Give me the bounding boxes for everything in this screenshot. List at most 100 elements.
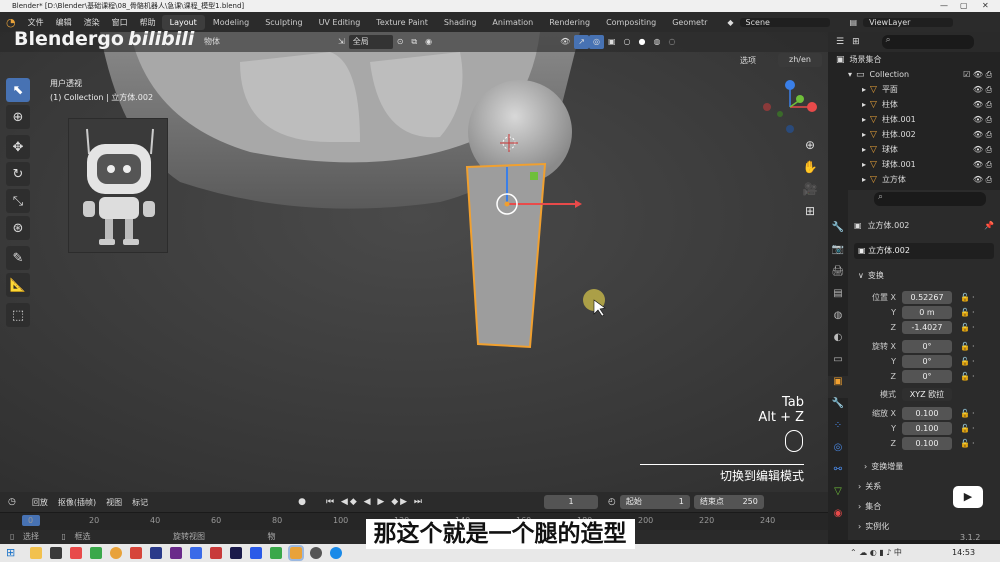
- list-item[interactable]: ▸ ▽ 球体.001 👁 ⎙: [828, 157, 1000, 172]
- select-tool-icon[interactable]: ⬉: [6, 78, 30, 102]
- minimize-button[interactable]: —: [940, 0, 948, 12]
- markers-menu[interactable]: 标记: [132, 497, 148, 508]
- list-item[interactable]: ▸ ▽ 柱体.002 👁 ⎙: [828, 127, 1000, 142]
- blender-logo-icon[interactable]: ◔: [0, 16, 22, 29]
- keying-menu[interactable]: 抠像(插帧): [58, 497, 96, 508]
- tab-geometry[interactable]: Geometr: [664, 15, 715, 30]
- collection-tab-icon[interactable]: ▭: [828, 354, 848, 376]
- grid-view-icon[interactable]: ⊞: [800, 204, 820, 226]
- move-tool-icon[interactable]: ✥: [6, 135, 30, 159]
- proportional-icon[interactable]: ◉: [421, 35, 436, 49]
- playback-menu[interactable]: 回放: [32, 497, 48, 508]
- world-tab-icon[interactable]: ◐: [828, 332, 848, 354]
- rendered-shading-icon[interactable]: ◌: [664, 35, 679, 49]
- tray-icons[interactable]: ⌃ ☁ ◐ ▮ ♪ 中: [850, 547, 902, 558]
- transform-tool-icon[interactable]: ⊛: [6, 216, 30, 240]
- keyframe-dot-icon[interactable]: ·: [972, 357, 975, 366]
- add-cube-tool-icon[interactable]: ⬚: [6, 303, 30, 327]
- keyframe-dot-icon[interactable]: ·: [972, 409, 975, 418]
- taskbar-clock[interactable]: 14:53: [952, 548, 975, 557]
- outliner-scene-collection[interactable]: ▣ 场景集合: [828, 52, 1000, 67]
- object-tab-icon[interactable]: ▣: [828, 376, 848, 398]
- app-icon[interactable]: [50, 547, 62, 559]
- lang-toggle-button[interactable]: zh/en: [778, 53, 822, 67]
- nav-gizmo-y[interactable]: [796, 95, 804, 103]
- menu-render[interactable]: 渲染: [78, 17, 106, 28]
- menu-help[interactable]: 帮助: [134, 17, 162, 28]
- tab-rendering[interactable]: Rendering: [541, 15, 598, 30]
- pan-hand-icon[interactable]: ✋: [800, 160, 820, 182]
- overlay-toggle-icon[interactable]: ◎: [588, 35, 604, 49]
- properties-search-icon[interactable]: ⌕: [874, 192, 986, 206]
- tab-sculpting[interactable]: Sculpting: [257, 15, 310, 30]
- lock-icon[interactable]: 🔓: [960, 357, 970, 366]
- lock-icon[interactable]: 🔓: [960, 409, 970, 418]
- chrome-icon[interactable]: [110, 547, 122, 559]
- app-icon[interactable]: [70, 547, 82, 559]
- app-icon[interactable]: [170, 547, 182, 559]
- filter-icon[interactable]: ⊞: [852, 37, 860, 47]
- menu-window[interactable]: 窗口: [106, 17, 134, 28]
- visibility-eye-icon[interactable]: 👁 ⎙: [973, 100, 992, 110]
- lock-icon[interactable]: 🔓: [960, 342, 970, 351]
- tab-texture-paint[interactable]: Texture Paint: [368, 15, 436, 30]
- pin-icon[interactable]: 📌: [984, 221, 994, 230]
- location-x-field[interactable]: 0.52267: [902, 291, 952, 304]
- lock-icon[interactable]: 🔓: [960, 439, 970, 448]
- visibility-eye-icon[interactable]: 👁 ⎙: [973, 130, 992, 140]
- modifier-tab-icon[interactable]: 🔧: [828, 398, 848, 420]
- current-frame-field[interactable]: 1: [544, 495, 599, 509]
- visibility-eye-icon[interactable]: 👁 ⎙: [973, 160, 992, 170]
- nav-gizmo-x[interactable]: [807, 102, 817, 112]
- particles-tab-icon[interactable]: ⁘: [828, 420, 848, 442]
- visibility-icon[interactable]: 👁: [556, 35, 574, 49]
- options-menu[interactable]: 选项: [740, 55, 756, 66]
- rotation-z-field[interactable]: 0°: [902, 370, 952, 383]
- location-y-field[interactable]: 0 m: [902, 306, 952, 319]
- keyframe-dot-icon[interactable]: ·: [972, 293, 975, 302]
- view-layer-selector[interactable]: ViewLayer: [863, 17, 954, 27]
- keyframe-dot-icon[interactable]: ·: [972, 342, 975, 351]
- rotate-tool-icon[interactable]: ↻: [6, 162, 30, 186]
- explorer-icon[interactable]: [30, 547, 42, 559]
- rotation-mode-dropdown[interactable]: XYZ 欧拉: [902, 388, 952, 401]
- keyframe-dot-icon[interactable]: ·: [972, 308, 975, 317]
- app-icon[interactable]: [230, 547, 242, 559]
- visibility-eye-icon[interactable]: 👁 ⎙: [973, 85, 992, 95]
- lock-icon[interactable]: 🔓: [960, 293, 970, 302]
- instancing-section[interactable]: › 实例化: [858, 519, 1000, 534]
- outliner-editor-icon[interactable]: ☰: [836, 37, 844, 47]
- transform-orientation-dropdown[interactable]: 全局: [348, 35, 393, 49]
- material-shading-icon[interactable]: ◍: [649, 35, 664, 49]
- location-z-field[interactable]: -1.4027: [902, 321, 952, 334]
- visibility-eye-icon[interactable]: 👁 ⎙: [973, 175, 992, 185]
- tab-compositing[interactable]: Compositing: [598, 15, 664, 30]
- menu-file[interactable]: 文件: [22, 17, 50, 28]
- material-tab-icon[interactable]: ◉: [828, 508, 848, 530]
- nav-gizmo-neg-x[interactable]: [763, 103, 771, 111]
- view-layer-tab-icon[interactable]: ▤: [828, 288, 848, 310]
- close-window-button[interactable]: ✕: [982, 0, 989, 12]
- keyframe-dot-icon[interactable]: ·: [972, 424, 975, 433]
- visibility-eye-icon[interactable]: 👁 ⎙: [973, 145, 992, 155]
- rotation-x-field[interactable]: 0°: [902, 340, 952, 353]
- timeline-editor-icon[interactable]: ◷: [8, 497, 16, 507]
- data-tab-icon[interactable]: ▽: [828, 486, 848, 508]
- pivot-icon[interactable]: ⊙: [393, 35, 408, 49]
- camera-icon[interactable]: 🎥: [800, 182, 820, 204]
- scale-z-field[interactable]: 0.100: [902, 437, 952, 450]
- reference-image[interactable]: [68, 118, 168, 253]
- outliner-search-icon[interactable]: ⌕: [881, 35, 974, 49]
- nav-gizmo-neg-y[interactable]: [777, 111, 783, 117]
- scale-x-field[interactable]: 0.100: [902, 407, 952, 420]
- object-name-field[interactable]: ▣ 立方体.002: [854, 243, 994, 259]
- maximize-button[interactable]: ▢: [960, 0, 968, 12]
- gizmo-toggle-icon[interactable]: ↗: [574, 35, 589, 49]
- list-item[interactable]: ▸ ▽ 柱体.001 👁 ⎙: [828, 112, 1000, 127]
- app-icon[interactable]: [270, 547, 282, 559]
- menu-edit[interactable]: 编辑: [50, 17, 78, 28]
- record-icon[interactable]: ●: [298, 497, 306, 507]
- app-icon[interactable]: [190, 547, 202, 559]
- blender-taskbar-icon[interactable]: [288, 545, 304, 561]
- measure-tool-icon[interactable]: 📐: [6, 273, 30, 297]
